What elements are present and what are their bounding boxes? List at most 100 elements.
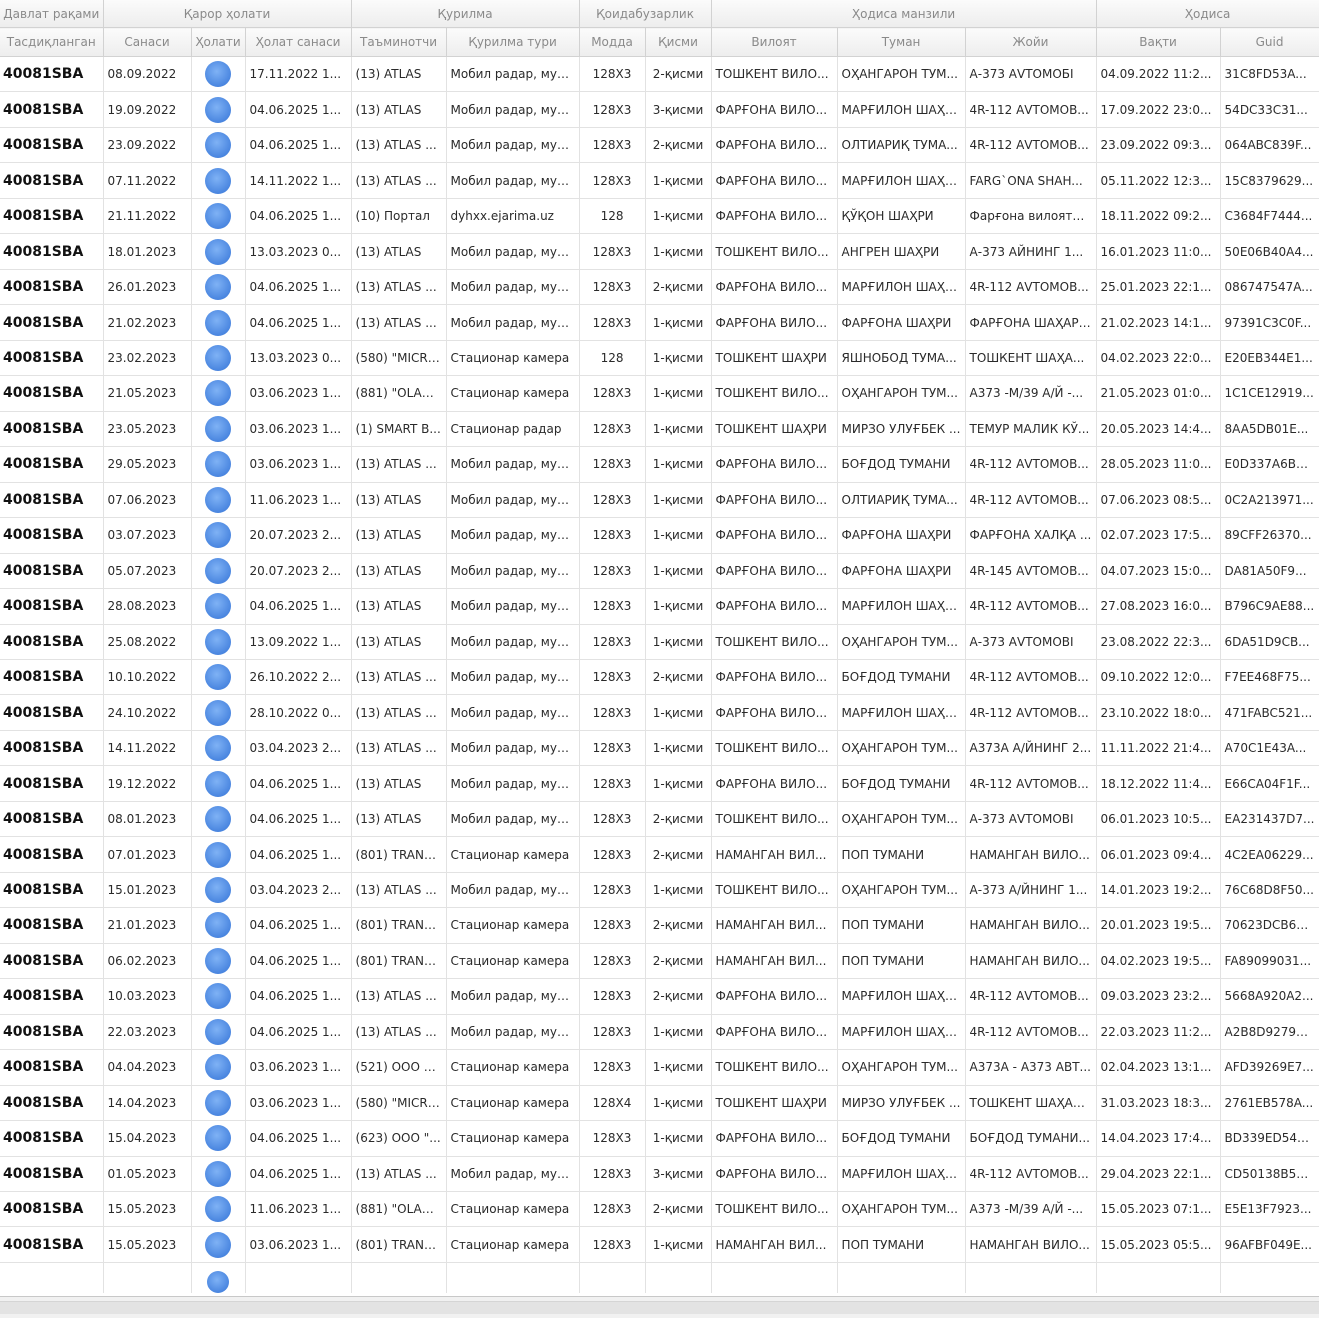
cell-4: (13) ATLAS xyxy=(351,765,447,802)
column-header[interactable]: Санаси xyxy=(103,27,192,57)
table-row[interactable]: 40081SBA 05.07.2023 20.07.2023 2... (13) AT… xyxy=(0,553,1319,590)
cell-5: Мобил радар, мув... xyxy=(446,482,580,519)
cell-0: 40081SBA xyxy=(0,907,104,944)
table-row[interactable]: 40081SBA 25.08.2022 13.09.2022 1... (13) AT… xyxy=(0,624,1319,660)
status-circle-icon xyxy=(205,1125,231,1152)
table-row[interactable]: 40081SBA 18.01.2023 13.03.2023 0... (13) AT… xyxy=(0,233,1319,270)
table-row[interactable]: 40081SBA 14.11.2022 03.04.2023 2... (13) AT… xyxy=(0,730,1319,767)
violations-grid[interactable]: Давлат рақами Қарор ҳолати Қурилма Қоидабуз… xyxy=(0,0,1319,1297)
table-row[interactable]: 40081SBA 08.01.2023 04.06.2025 1... (13) AT… xyxy=(0,801,1319,838)
cell-11: 04.09.2022 11:2... xyxy=(1096,56,1221,93)
table-row[interactable]: 40081SBA 15.01.2023 03.04.2023 2... (13) AT… xyxy=(0,872,1319,909)
table-row[interactable]: 40081SBA 06.02.2023 04.06.2025 1... (801) T… xyxy=(0,943,1319,980)
cell-1: 08.01.2023 xyxy=(103,801,192,838)
cell-0: 40081SBA xyxy=(0,340,104,377)
table-row[interactable]: 40081SBA 15.05.2023 03.06.2023 1... (801) T… xyxy=(0,1226,1319,1263)
column-header[interactable]: Вилоят xyxy=(711,27,838,57)
table-row[interactable]: 40081SBA 15.04.2023 04.06.2025 1... (623) О… xyxy=(0,1120,1319,1157)
table-row[interactable]: 40081SBA 26.01.2023 04.06.2025 1... (13) AT… xyxy=(0,269,1319,306)
cell-4: (580) "MICR ... xyxy=(351,1085,447,1122)
column-header[interactable]: Қисми xyxy=(645,27,712,57)
status-cell xyxy=(191,907,246,944)
cell-1: 23.02.2023 xyxy=(103,340,192,377)
table-row[interactable]: 40081SBA 01.05.2023 04.06.2025 1... (13) AT… xyxy=(0,1156,1319,1193)
table-row[interactable]: 40081SBA 07.06.2023 11.06.2023 1... (13) AT… xyxy=(0,482,1319,519)
column-header[interactable]: Тасдиқланган xyxy=(0,27,104,57)
cell-4: (13) ATLAS ... xyxy=(351,162,447,199)
cell-12: EA231437D7... xyxy=(1220,801,1319,838)
table-row[interactable]: 40081SBA 07.11.2022 14.11.2022 1... (13) AT… xyxy=(0,162,1319,199)
cell-7: 1-қисми xyxy=(645,446,712,483)
cell-3: 13.09.2022 1... xyxy=(245,624,352,660)
column-header[interactable]: Қурилма тури xyxy=(446,27,580,57)
column-header[interactable]: Таъминотчи xyxy=(351,27,447,57)
table-row[interactable]: 40081SBA 22.03.2023 04.06.2025 1... (13) AT… xyxy=(0,1014,1319,1051)
column-header[interactable]: Туман xyxy=(837,27,966,57)
table-row[interactable]: 40081SBA 21.01.2023 04.06.2025 1... (801) T… xyxy=(0,907,1319,944)
cell-3: 04.06.2025 1... xyxy=(245,978,352,1015)
table-row[interactable]: 40081SBA 03.07.2023 20.07.2023 2... (13) AT… xyxy=(0,517,1319,554)
cell-10: БОҒДОД ТУМАНИ... xyxy=(965,1120,1097,1157)
table-row[interactable]: 40081SBA 07.01.2023 04.06.2025 1... (801) T… xyxy=(0,836,1319,873)
cell-3: 04.06.2025 1... xyxy=(245,1014,352,1051)
cell-12: 76C68D8F50... xyxy=(1220,872,1319,909)
cell-12: 8AA5DB01E... xyxy=(1220,411,1319,448)
cell-10: ТОШКЕНТ ШАҲА... xyxy=(965,340,1097,377)
table-row[interactable]: 40081SBA 19.12.2022 04.06.2025 1... (13) AT… xyxy=(0,765,1319,802)
cell-7 xyxy=(645,1262,712,1293)
cell-9: ОҲАНГАРОН ТУМ... xyxy=(837,56,966,93)
column-header[interactable]: Модда xyxy=(579,27,646,57)
cell-8: ФАРҒОНА ВИЛО... xyxy=(711,588,838,625)
table-row[interactable]: 40081SBA 10.10.2022 26.10.2022 2... (13) AT… xyxy=(0,659,1319,696)
cell-11: 16.01.2023 11:0... xyxy=(1096,233,1221,270)
cell-5 xyxy=(446,1262,580,1293)
cell-6: 128X3 xyxy=(579,836,646,873)
cell-9: МАРҒИЛОН ШАҲРИ xyxy=(837,162,966,199)
column-header[interactable]: Guid xyxy=(1220,27,1319,57)
cell-9: МАРҒИЛОН ШАҲРИ xyxy=(837,588,966,625)
cell-5: Мобил радар, мув... xyxy=(446,978,580,1015)
table-row[interactable]: 40081SBA 23.02.2023 13.03.2023 0... (580) "… xyxy=(0,340,1319,377)
cell-11: 17.09.2022 23:0... xyxy=(1096,91,1221,128)
table-row[interactable]: 40081SBA 23.05.2023 03.06.2023 1... (1) SMA… xyxy=(0,411,1319,448)
table-row[interactable]: 40081SBA 21.02.2023 04.06.2025 1... (13) AT… xyxy=(0,304,1319,341)
column-header[interactable]: Ҳолат санаси xyxy=(245,27,352,57)
table-row[interactable]: 40081SBA 21.11.2022 04.06.2025 1... (10) По… xyxy=(0,198,1319,235)
cell-5: Мобил радар, мув... xyxy=(446,446,580,483)
status-cell xyxy=(191,1191,246,1228)
table-row[interactable]: 40081SBA 21.05.2023 03.06.2023 1... (881) "… xyxy=(0,375,1319,412)
table-row[interactable]: 40081SBA 14.04.2023 03.06.2023 1... (580) "… xyxy=(0,1085,1319,1122)
cell-5: Стационар камера xyxy=(446,340,580,377)
cell-11: 28.05.2023 11:0... xyxy=(1096,446,1221,483)
table-row-partial[interactable] xyxy=(0,1262,1319,1293)
cell-8: ТОШКЕНТ ВИЛО... xyxy=(711,1191,838,1228)
horizontal-scrollbar[interactable] xyxy=(0,1297,1319,1318)
column-header[interactable]: Ҳолати xyxy=(191,27,246,57)
table-row[interactable]: 40081SBA 24.10.2022 28.10.2022 0... (13) AT… xyxy=(0,694,1319,731)
status-circle-icon xyxy=(205,770,231,797)
cell-11: 20.05.2023 14:4... xyxy=(1096,411,1221,448)
column-header[interactable]: Вақти xyxy=(1096,27,1221,57)
cell-7: 1-қисми xyxy=(645,198,712,235)
table-row[interactable]: 40081SBA 10.03.2023 04.06.2025 1... (13) AT… xyxy=(0,978,1319,1015)
column-header[interactable]: Жойи xyxy=(965,27,1097,57)
status-circle-icon xyxy=(205,96,231,123)
table-row[interactable]: 40081SBA 15.05.2023 11.06.2023 1... (881) "… xyxy=(0,1191,1319,1228)
table-row[interactable]: 40081SBA 23.09.2022 04.06.2025 1... (13) AT… xyxy=(0,127,1319,164)
cell-9: МАРҒИЛОН ШАҲРИ xyxy=(837,1014,966,1051)
status-cell xyxy=(191,1120,246,1157)
status-cell xyxy=(191,482,246,519)
table-row[interactable]: 40081SBA 28.08.2023 04.06.2025 1... (13) AT… xyxy=(0,588,1319,625)
table-row[interactable]: 40081SBA 08.09.2022 17.11.2022 1... (13) AT… xyxy=(0,56,1319,93)
cell-5: Стационар камера xyxy=(446,1226,580,1263)
cell-1: 07.06.2023 xyxy=(103,482,192,519)
table-row[interactable]: 40081SBA 29.05.2023 03.06.2023 1... (13) AT… xyxy=(0,446,1319,483)
cell-11: 02.04.2023 13:1... xyxy=(1096,1049,1221,1086)
scrollbar-thumb[interactable] xyxy=(0,1301,1319,1314)
status-circle-icon xyxy=(205,1196,231,1223)
cell-10: 4R-112 АVТОМОВ... xyxy=(965,659,1097,696)
cell-12: FA89099031... xyxy=(1220,943,1319,980)
table-row[interactable]: 40081SBA 19.09.2022 04.06.2025 1... (13) AT… xyxy=(0,91,1319,128)
cell-0: 40081SBA xyxy=(0,943,104,980)
table-row[interactable]: 40081SBA 04.04.2023 03.06.2023 1... (521) О… xyxy=(0,1049,1319,1086)
